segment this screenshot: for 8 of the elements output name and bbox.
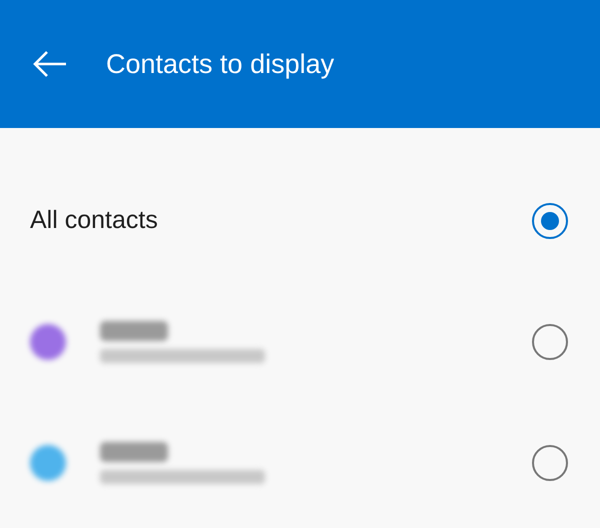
blurred-name — [100, 442, 168, 462]
option-label: All contacts — [30, 206, 159, 235]
blurred-name — [100, 320, 168, 340]
radio-button[interactable] — [532, 324, 568, 360]
screen-title: Contacts to display — [106, 48, 334, 80]
radio-button[interactable] — [532, 202, 568, 238]
radio-button[interactable] — [532, 444, 568, 480]
back-icon[interactable] — [32, 50, 68, 78]
